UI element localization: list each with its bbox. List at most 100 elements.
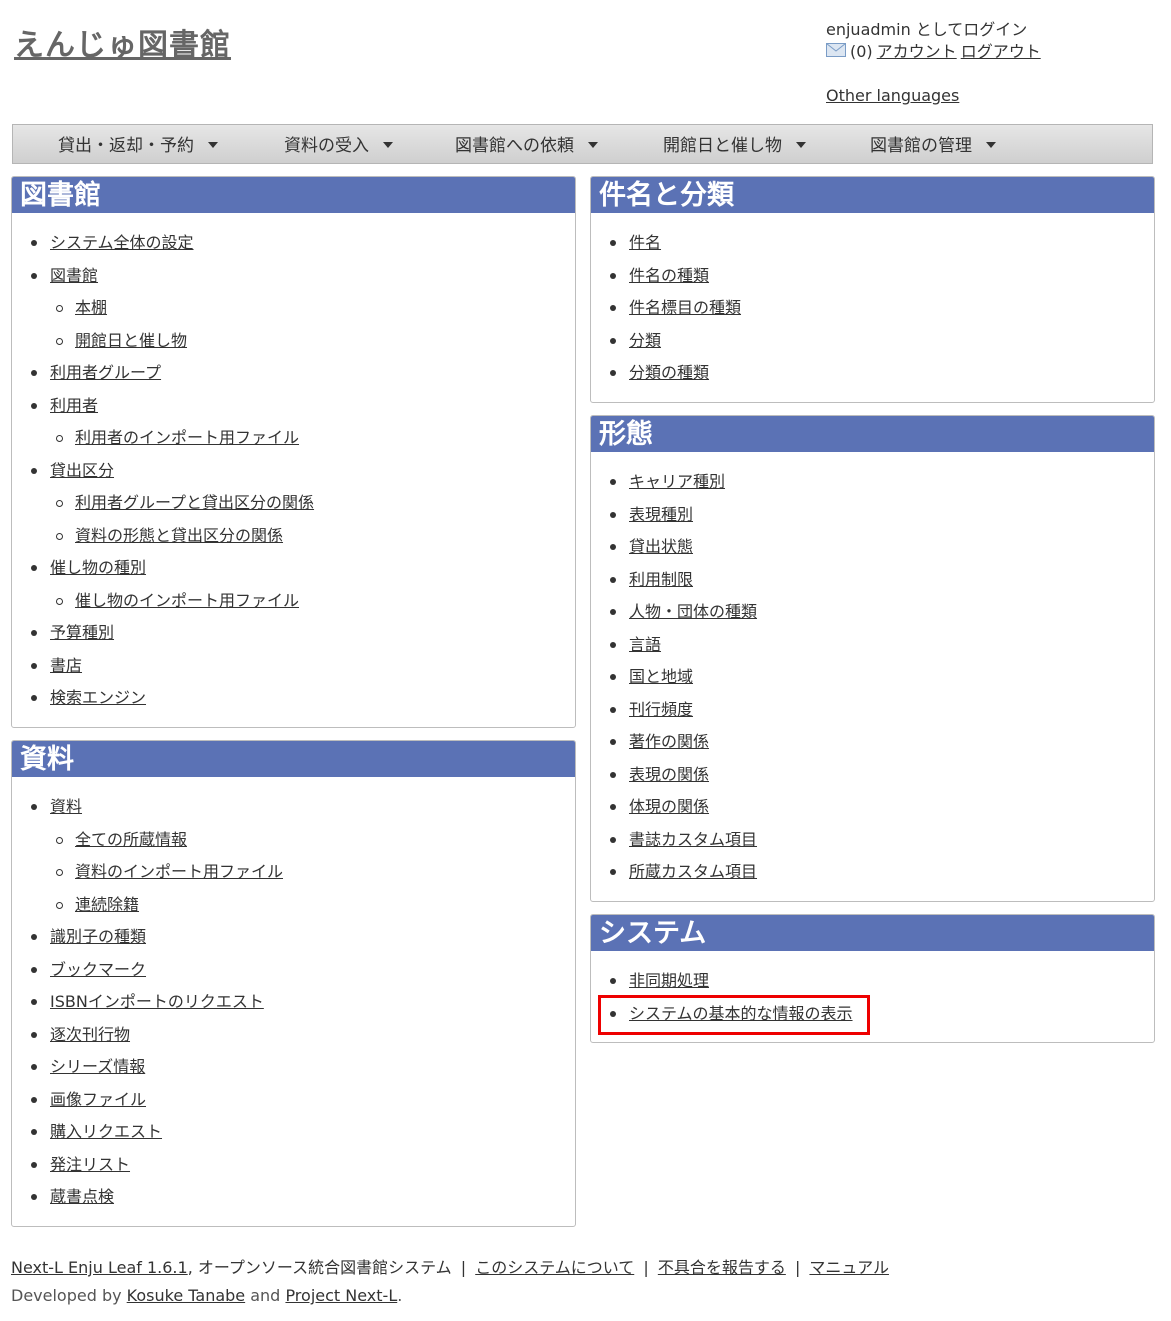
nav-link[interactable]: 著作の関係	[629, 732, 709, 752]
project-link[interactable]: Project Next-L	[285, 1286, 397, 1305]
manual-link[interactable]: マニュアル	[809, 1258, 889, 1277]
chevron-down-icon	[986, 142, 996, 148]
menu-library-admin[interactable]: 図書館の管理	[870, 125, 996, 165]
logout-link[interactable]: ログアウト	[961, 41, 1041, 63]
nav-link[interactable]: 連続除籍	[75, 895, 139, 915]
nav-link[interactable]: 利用者のインポート用ファイル	[75, 428, 299, 448]
bullet-icon	[610, 609, 616, 615]
bullet-icon	[31, 966, 37, 973]
nav-link[interactable]: 開館日と催し物	[75, 331, 187, 351]
nav-link[interactable]: 所蔵カスタム項目	[629, 862, 757, 882]
bullet-icon	[610, 706, 616, 713]
nav-link[interactable]: 本棚	[75, 298, 107, 318]
menu-label: 開館日と催し物	[663, 136, 782, 156]
mail-icon[interactable]	[826, 41, 846, 63]
bullet-icon	[610, 370, 616, 376]
bullet-icon	[610, 739, 616, 745]
nav-link[interactable]: 件名の種類	[629, 266, 709, 286]
bullet-icon	[31, 240, 37, 246]
menu-requests[interactable]: 図書館への依頼	[455, 125, 598, 165]
nav-link[interactable]: 発注リスト	[50, 1155, 130, 1175]
nav-link[interactable]: 刊行頻度	[629, 700, 693, 720]
nav-link[interactable]: 体現の関係	[629, 797, 709, 817]
nav-link[interactable]: シリーズ情報	[50, 1057, 145, 1077]
nav-link[interactable]: 購入リクエスト	[50, 1122, 162, 1142]
nav-link[interactable]: 書店	[50, 656, 82, 676]
highlight-box	[598, 995, 870, 1035]
developed-by-text: Developed by	[11, 1286, 122, 1305]
nav-link[interactable]: 貸出状態	[629, 537, 693, 557]
chevron-down-icon	[796, 142, 806, 148]
footer-credits: Developed by Kosuke Tanabe and Project N…	[11, 1286, 402, 1305]
panel-forms: 形態 キャリア種別 表現種別 貸出状態 利用制限 人物・団体の種類 言語 国と地域 刊行頻度著…	[590, 415, 1155, 902]
nav-link[interactable]: 分類	[629, 331, 661, 351]
menu-label: 図書館への依頼	[455, 136, 574, 156]
menu-calendar-events[interactable]: 開館日と催し物	[663, 125, 806, 165]
period-text: .	[397, 1286, 403, 1305]
nav-link[interactable]: 分類の種類	[629, 363, 709, 383]
account-link[interactable]: アカウント	[877, 41, 957, 63]
circle-bullet-icon	[56, 836, 63, 844]
nav-link[interactable]: システム全体の設定	[50, 233, 194, 253]
bullet-icon	[31, 695, 37, 701]
other-languages-link[interactable]: Other languages	[826, 86, 959, 105]
panel-materials: 資料 資料 全ての所蔵情報 資料のインポート用ファイル 連続除籍 識別子の種類 ブックマー…	[11, 740, 576, 1227]
nav-link[interactable]: 言語	[629, 635, 661, 655]
bullet-icon	[31, 1161, 37, 1168]
nav-link[interactable]: 表現の関係	[629, 765, 709, 785]
nav-link[interactable]: 画像ファイル	[50, 1090, 146, 1110]
nav-link[interactable]: 利用者グループと貸出区分の関係	[75, 493, 314, 513]
nav-link[interactable]: 催し物のインポート用ファイル	[75, 591, 299, 611]
nav-link[interactable]: ブックマーク	[50, 960, 146, 980]
nav-link[interactable]: 資料のインポート用ファイル	[75, 862, 283, 882]
nav-link[interactable]: 逐次刊行物	[50, 1025, 130, 1045]
nav-link[interactable]: 表現種別	[629, 505, 693, 525]
nav-link[interactable]: キャリア種別	[629, 472, 725, 492]
nav-link[interactable]: 件名	[629, 233, 661, 253]
nav-link[interactable]: 蔵書点検	[50, 1187, 114, 1207]
author-link[interactable]: Kosuke Tanabe	[127, 1286, 245, 1305]
nav-link[interactable]: 図書館	[50, 266, 98, 286]
bullet-icon	[610, 641, 616, 648]
nav-link[interactable]: 件名標目の種類	[629, 298, 741, 318]
menu-checkout-return-reserve[interactable]: 貸出・返却・予約	[58, 125, 218, 165]
nav-link[interactable]: 利用制限	[629, 570, 693, 590]
bullet-icon	[31, 402, 37, 409]
nav-link[interactable]: 予算種別	[50, 623, 114, 643]
nav-link[interactable]: 資料	[50, 797, 82, 817]
footer-links: Next-L Enju Leaf 1.6.1, オープンソース統合図書館システム…	[11, 1254, 889, 1278]
site-title-link[interactable]: えんじゅ図書館	[14, 20, 231, 64]
nav-link[interactable]: 貸出区分	[50, 461, 114, 481]
bullet-icon	[31, 1194, 37, 1200]
nav-link[interactable]: 資料の形態と貸出区分の関係	[75, 526, 283, 546]
nav-link[interactable]: 非同期処理	[629, 971, 709, 991]
nav-link[interactable]: 国と地域	[629, 667, 693, 687]
nav-link[interactable]: 催し物の種別	[50, 558, 146, 578]
chevron-down-icon	[208, 142, 218, 148]
bullet-icon	[610, 978, 616, 984]
nav-link[interactable]: 識別子の種類	[50, 927, 146, 947]
main-menu-bar: 貸出・返却・予約 資料の受入 図書館への依頼 開館日と催し物 図書館の管理	[12, 124, 1153, 164]
menu-acquisition[interactable]: 資料の受入	[284, 125, 393, 165]
about-link[interactable]: このシステムについて	[475, 1258, 634, 1277]
bullet-icon	[31, 467, 37, 474]
nav-link[interactable]: 利用者	[50, 396, 98, 416]
nav-link[interactable]: 検索エンジン	[50, 688, 146, 708]
chevron-down-icon	[383, 142, 393, 148]
bullet-icon	[610, 771, 616, 778]
product-description: , オープンソース統合図書館システム	[187, 1258, 452, 1277]
login-status: enjuadmin としてログイン	[826, 20, 1028, 39]
bullet-icon	[610, 272, 616, 279]
nav-link[interactable]: ISBNインポートのリクエスト	[50, 992, 264, 1012]
nav-link[interactable]: 利用者グループ	[50, 363, 161, 383]
bullet-icon	[31, 1064, 37, 1070]
nav-link[interactable]: 人物・団体の種類	[629, 602, 757, 622]
nav-link[interactable]: 書誌カスタム項目	[629, 830, 757, 850]
report-bug-link[interactable]: 不具合を報告する	[658, 1258, 786, 1277]
bullet-icon	[31, 804, 37, 810]
bullet-icon	[610, 511, 616, 518]
nav-link[interactable]: 全ての所蔵情報	[75, 830, 187, 850]
product-link[interactable]: Next-L Enju Leaf 1.6.1	[11, 1258, 188, 1277]
panel-library: 図書館 システム全体の設定 図書館 本棚 開館日と催し物 利用者グループ 利用者 利用者のイ…	[11, 176, 576, 728]
menu-label: 貸出・返却・予約	[58, 136, 194, 156]
